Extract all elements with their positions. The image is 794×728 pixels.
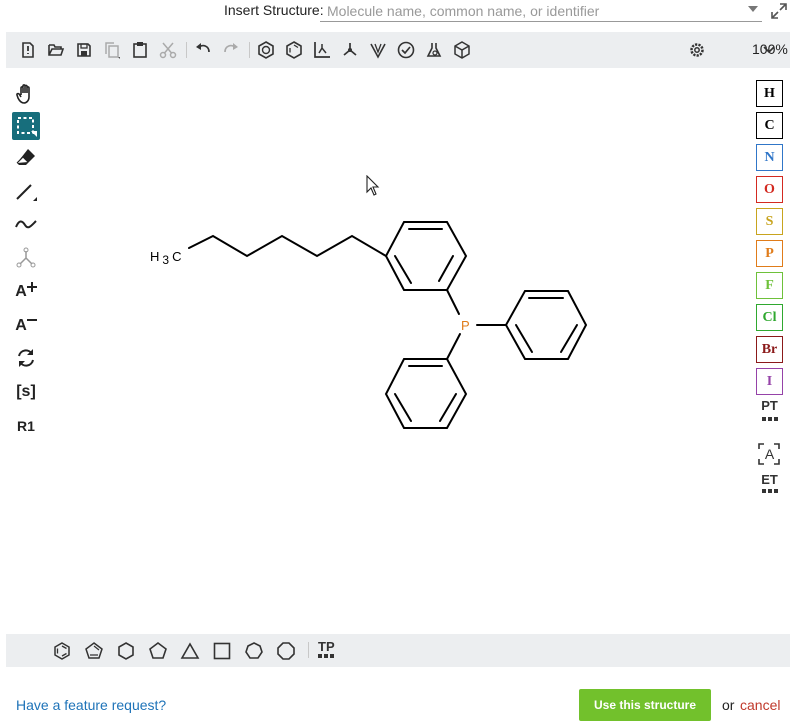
cycloheptane-template[interactable] — [244, 641, 264, 661]
atom-button-n[interactable]: N — [756, 144, 783, 171]
charge-minus-tool[interactable]: A — [12, 312, 40, 340]
atom-label: H — [764, 85, 775, 101]
redo-icon[interactable] — [221, 40, 241, 60]
insert-structure-label: Insert Structure: — [224, 2, 324, 18]
atom-button-br[interactable]: Br — [756, 336, 783, 363]
top-toolbar: 100% — [6, 32, 790, 68]
periodic-table-label: PT — [761, 398, 778, 413]
copy-icon[interactable] — [102, 40, 122, 60]
cut-icon[interactable] — [158, 40, 178, 60]
cyclopentane-template[interactable] — [148, 641, 168, 661]
new-document-icon[interactable] — [18, 40, 38, 60]
single-bond-icon — [16, 184, 37, 201]
atom-label: F — [765, 277, 774, 293]
sgroup-label: [s] — [16, 383, 36, 400]
check-icon[interactable] — [396, 40, 416, 60]
stereo-icon[interactable] — [368, 40, 388, 60]
settings-icon[interactable] — [687, 40, 707, 60]
atom-label: Cl — [762, 309, 777, 325]
rgroup-label: R1 — [17, 418, 35, 434]
cyclobutane-template[interactable] — [212, 641, 232, 661]
atom-button-c[interactable]: C — [756, 112, 783, 139]
select-tool[interactable] — [12, 112, 40, 140]
cyclopentadiene-template[interactable] — [84, 641, 104, 661]
analyze-icon[interactable] — [424, 40, 444, 60]
undo-icon[interactable] — [193, 40, 213, 60]
toolbar-divider — [249, 42, 250, 58]
toolbar-divider — [186, 42, 187, 58]
left-toolbar: A A [s] R1 — [10, 78, 42, 448]
atom-label: P — [765, 245, 774, 261]
hand-icon — [16, 84, 30, 104]
layout-icon[interactable] — [312, 40, 332, 60]
any-atom-label: A — [764, 446, 775, 462]
clean-icon[interactable] — [340, 40, 360, 60]
sgroup-tool[interactable]: [s] — [12, 378, 40, 406]
atom-button-f[interactable]: F — [756, 272, 783, 299]
eraser-icon — [16, 149, 35, 165]
expand-icon[interactable] — [770, 2, 788, 20]
atom-label: C — [764, 117, 775, 133]
atom-label: N — [764, 149, 775, 165]
right-toolbar: H C N O S P F Cl Br I PT A ET — [756, 80, 784, 500]
aromatize-icon[interactable] — [256, 40, 276, 60]
cancel-link[interactable]: cancel — [740, 697, 780, 713]
grid-dots-icon — [762, 489, 778, 493]
toolbar-divider — [308, 642, 309, 658]
drawing-canvas[interactable]: H3C P — [44, 70, 752, 632]
cyclohexane-template[interactable] — [116, 641, 136, 661]
benzene-template[interactable] — [52, 641, 72, 661]
insert-structure-input[interactable] — [320, 0, 762, 22]
methyl-label: H3C — [150, 249, 181, 267]
3d-view-icon[interactable] — [452, 40, 472, 60]
atom-label: Br — [761, 341, 778, 357]
atom-button-h[interactable]: H — [756, 80, 783, 107]
open-icon[interactable] — [46, 40, 66, 60]
atom-map-icon — [16, 247, 36, 268]
atom-button-cl[interactable]: Cl — [756, 304, 783, 331]
grid-dots-icon — [318, 654, 334, 658]
chain-icon — [15, 220, 37, 229]
rotate-tool[interactable] — [12, 344, 40, 372]
or-text: or — [722, 697, 735, 713]
eraser-tool[interactable] — [12, 144, 40, 172]
atom-label: I — [766, 373, 773, 389]
atom-button-p[interactable]: P — [756, 240, 783, 267]
cyclooctane-template[interactable] — [276, 641, 296, 661]
cursor-icon — [366, 175, 380, 196]
rectangle-select-icon — [17, 117, 37, 137]
atom-label: O — [764, 181, 775, 197]
save-icon[interactable] — [74, 40, 94, 60]
molecule-structure: H3C P — [150, 221, 588, 429]
paste-icon[interactable] — [130, 40, 150, 60]
extended-table-label: ET — [761, 472, 778, 487]
atom-button-i[interactable]: I — [756, 368, 783, 395]
bond-tool[interactable] — [12, 178, 40, 206]
minus-icon — [26, 319, 37, 321]
atom-button-s[interactable]: S — [756, 208, 783, 235]
atom-button-o[interactable]: O — [756, 176, 783, 203]
any-atom-button[interactable]: A — [756, 440, 783, 468]
bottom-toolbar: TP — [6, 634, 790, 667]
dearomatize-icon[interactable] — [284, 40, 304, 60]
template-library-button[interactable]: TP — [318, 639, 335, 654]
chain-tool[interactable] — [12, 210, 40, 238]
cyclopropane-template[interactable] — [180, 641, 200, 661]
phosphorus-atom: P — [461, 318, 470, 333]
plus-icon — [26, 282, 37, 292]
charge-minus-label: A — [15, 317, 27, 334]
chevron-down-icon[interactable] — [748, 5, 758, 13]
charge-tool[interactable] — [12, 244, 40, 272]
rgroup-tool[interactable]: R1 — [12, 412, 40, 440]
insert-structure-row: Insert Structure: — [0, 0, 794, 26]
rotate-icon — [18, 349, 34, 367]
charge-plus-label: A — [15, 283, 27, 300]
hand-tool[interactable] — [12, 80, 40, 108]
use-structure-button[interactable]: Use this structure — [579, 689, 711, 721]
feature-request-link[interactable]: Have a feature request? — [16, 697, 166, 713]
chevron-down-icon[interactable] — [763, 46, 775, 54]
grid-dots-icon — [762, 417, 778, 421]
atom-label: S — [765, 213, 774, 229]
charge-plus-tool[interactable]: A — [12, 278, 40, 306]
